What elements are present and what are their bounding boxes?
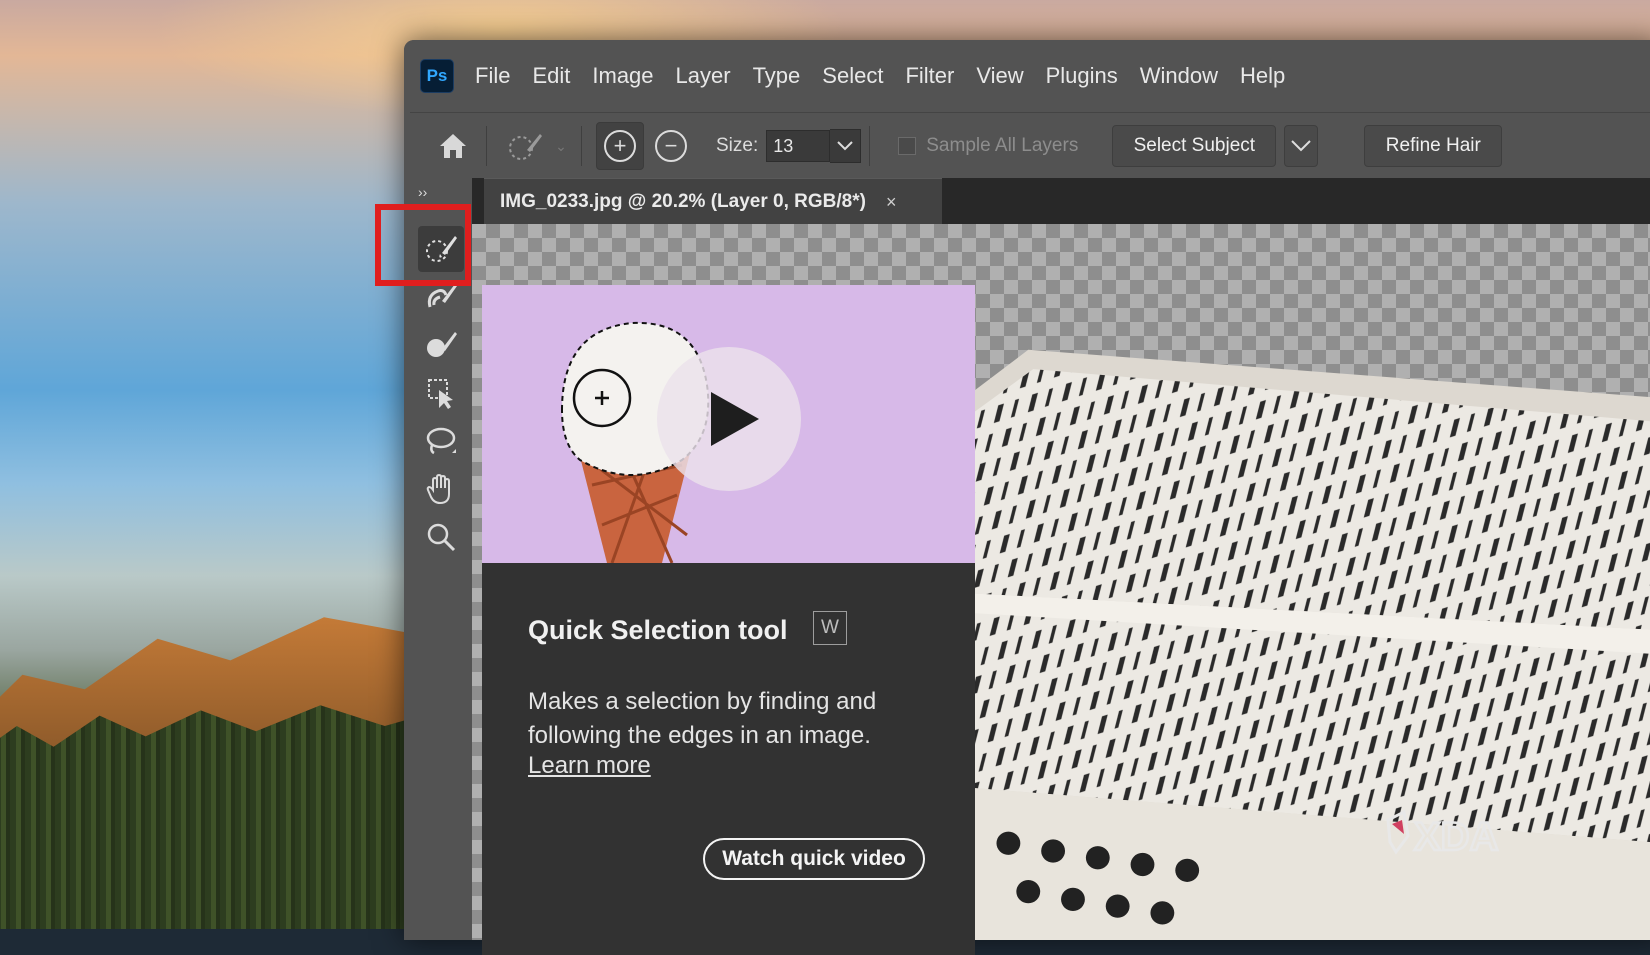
watch-quick-video-button[interactable]: Watch quick video: [703, 838, 925, 880]
lasso-tool-icon[interactable]: [418, 418, 464, 464]
xda-logo-icon: XDA: [1386, 809, 1500, 860]
zoom-tool-icon[interactable]: [418, 514, 464, 560]
menu-window[interactable]: Window: [1129, 63, 1229, 89]
select-subject-button[interactable]: Select Subject: [1112, 125, 1277, 167]
sample-all-layers-label: Sample All Layers: [926, 135, 1079, 156]
document-tab-title: IMG_0233.jpg @ 20.2% (Layer 0, RGB/8*): [500, 191, 866, 212]
menu-type[interactable]: Type: [742, 63, 812, 89]
refine-hair-button[interactable]: Refine Hair: [1364, 125, 1503, 167]
menu-plugins[interactable]: Plugins: [1035, 63, 1129, 89]
selection-brush-tool-icon[interactable]: [418, 322, 464, 368]
menu-edit[interactable]: Edit: [521, 63, 581, 89]
options-bar: ⌄ + − Size: Sample All Layers Select Sub…: [410, 112, 1650, 179]
subtract-from-selection-button[interactable]: −: [648, 123, 694, 169]
home-icon[interactable]: [428, 132, 478, 160]
photoshop-logo-icon: Ps: [420, 59, 454, 93]
shortcut-badge: W: [813, 611, 847, 645]
menu-help[interactable]: Help: [1229, 63, 1296, 89]
sample-all-layers-checkbox[interactable]: [898, 137, 917, 155]
menu-filter[interactable]: Filter: [894, 63, 965, 89]
highlight-box: [375, 204, 471, 286]
size-label: Size:: [716, 135, 759, 156]
watermark-text: XDA: [1414, 815, 1498, 859]
tooltip-title: Quick Selection tool: [528, 615, 788, 645]
select-transform-tool-icon[interactable]: [418, 370, 464, 416]
minus-circle-icon: −: [655, 130, 687, 162]
size-input[interactable]: [766, 130, 831, 162]
plus-circle-icon: +: [604, 130, 636, 162]
hand-tool-icon[interactable]: [418, 466, 464, 512]
play-icon[interactable]: [657, 347, 801, 491]
menu-layer[interactable]: Layer: [665, 63, 742, 89]
learn-more-link[interactable]: Learn more: [528, 752, 651, 780]
options-separator: [869, 126, 871, 166]
tool-tooltip: Quick Selection tool W Makes a selection…: [482, 285, 975, 955]
tools-panel: ››: [410, 178, 473, 940]
toolbar-collapse-icon[interactable]: ››: [418, 184, 427, 200]
options-separator: [581, 126, 582, 166]
document-tab[interactable]: IMG_0233.jpg @ 20.2% (Layer 0, RGB/8*) ×: [484, 178, 942, 225]
menu-select[interactable]: Select: [811, 63, 894, 89]
select-subject-dropdown-chevron-icon[interactable]: [1284, 125, 1319, 167]
brush-preset-caret-icon[interactable]: ⌄: [549, 138, 573, 155]
menu-file[interactable]: File: [464, 63, 521, 89]
tooltip-description: Makes a selection by finding and followi…: [528, 688, 877, 749]
tooltip-preview-image[interactable]: [482, 285, 975, 563]
options-separator: [486, 126, 487, 166]
menu-view[interactable]: View: [965, 63, 1034, 89]
size-dropdown-chevron-icon[interactable]: [830, 129, 862, 163]
menu-bar: Ps File Edit Image Layer Type Select Fil…: [404, 40, 1650, 112]
add-to-selection-button[interactable]: +: [596, 122, 644, 170]
close-icon[interactable]: ×: [886, 192, 897, 213]
menu-image[interactable]: Image: [581, 63, 664, 89]
brush-preset-icon[interactable]: [495, 130, 555, 162]
